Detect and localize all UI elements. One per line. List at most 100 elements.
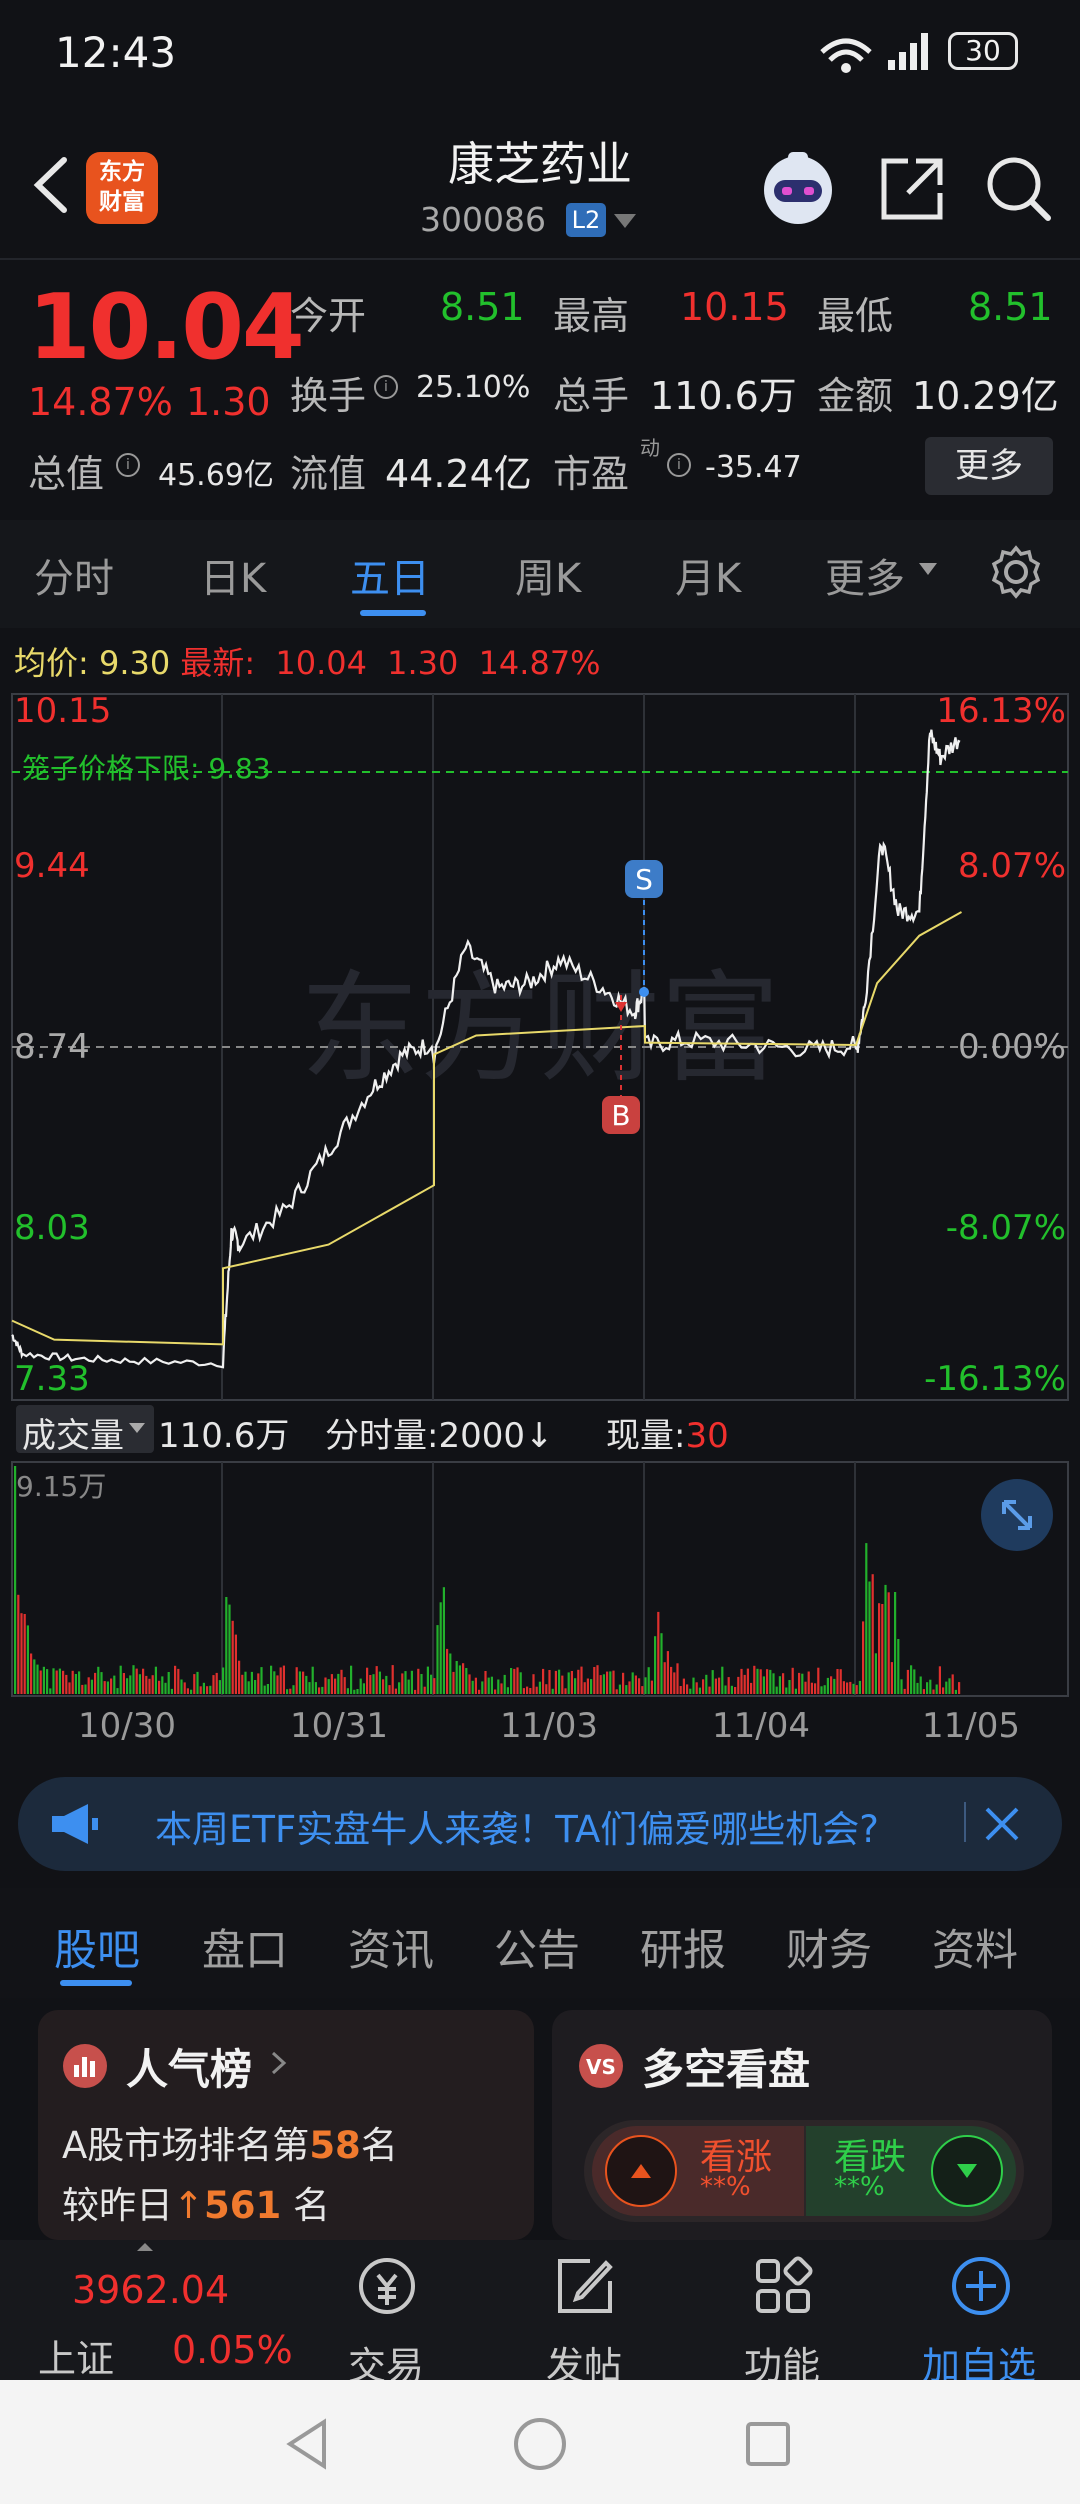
edit-post-icon[interactable] xyxy=(554,2255,616,2317)
add-circle-icon[interactable] xyxy=(950,2255,1012,2317)
volume-bar xyxy=(257,1673,260,1694)
volume-bar xyxy=(119,1665,122,1694)
index-pct[interactable]: 0.05% xyxy=(172,2328,293,2372)
trade-icon[interactable] xyxy=(356,2255,418,2317)
volume-bar xyxy=(679,1686,682,1694)
volume-chart[interactable]: 9.15万 xyxy=(0,1460,1080,1700)
volume-bar xyxy=(820,1686,823,1694)
expand-icon[interactable] xyxy=(980,1478,1054,1552)
pe-label: 市盈 xyxy=(553,452,630,496)
volume-bar xyxy=(881,1604,884,1694)
volume-bar xyxy=(778,1676,781,1694)
turnover-label: 换手 xyxy=(290,374,367,418)
volume-bar xyxy=(862,1621,865,1694)
open-label: 今开 xyxy=(290,294,367,338)
tab-guba[interactable]: 股吧 xyxy=(54,1916,140,1978)
tab-news[interactable]: 资讯 xyxy=(348,1916,434,1978)
volume-bar xyxy=(170,1688,173,1694)
volume-bar xyxy=(558,1669,561,1694)
grid-apps-icon[interactable] xyxy=(752,2255,814,2317)
volume-bar xyxy=(398,1682,401,1694)
volume-bar xyxy=(897,1639,900,1694)
back-arrow-icon[interactable] xyxy=(22,150,82,220)
info-icon[interactable]: i xyxy=(374,375,398,399)
volume-bar xyxy=(686,1684,689,1694)
close-icon[interactable] xyxy=(984,1806,1020,1842)
volume-bar xyxy=(846,1682,849,1694)
info-icon[interactable]: i xyxy=(667,453,691,477)
volume-bar xyxy=(244,1671,247,1694)
volume-total: 110.6万 xyxy=(158,1416,290,1456)
sell-marker-text: S xyxy=(635,863,653,896)
volume-bar xyxy=(78,1671,81,1694)
settings-gear-icon[interactable] xyxy=(988,544,1044,600)
volume-bar xyxy=(42,1666,45,1694)
tick-volume-label[interactable]: 分时量:2000↓ xyxy=(325,1408,553,1457)
index-name[interactable]: 上证 xyxy=(38,2328,114,2383)
volume-bar xyxy=(535,1686,538,1694)
volume-bar xyxy=(650,1680,653,1694)
l2-badge[interactable]: L2 xyxy=(566,203,606,237)
volume-bar xyxy=(388,1685,391,1694)
volume-bar xyxy=(414,1689,417,1694)
five-day-price-chart[interactable]: 东方财富 笼子价格下限: 9.83 B S 10.15 9.44 8.74 8.… xyxy=(0,690,1080,1410)
volume-bar xyxy=(737,1676,740,1694)
float-cap-label: 流值 xyxy=(290,452,367,496)
index-value[interactable]: 3962.04 xyxy=(72,2268,229,2312)
volume-bar xyxy=(506,1687,509,1694)
stock-code[interactable]: 300086 xyxy=(420,200,546,239)
tab-profile[interactable]: 资料 xyxy=(932,1916,1018,1978)
system-recents-icon[interactable] xyxy=(744,2420,792,2468)
tab-more[interactable]: 更多 xyxy=(825,546,905,604)
volume-bar xyxy=(142,1668,145,1694)
float-cap-value: 44.24亿 xyxy=(385,452,532,496)
search-icon[interactable] xyxy=(982,152,1054,224)
date-label: 11/04 xyxy=(712,1706,810,1746)
volume-bar xyxy=(404,1671,407,1694)
tab-pankou[interactable]: 盘口 xyxy=(202,1916,288,1978)
market-cap-value: 45.69亿 xyxy=(158,458,274,493)
volume-bar xyxy=(52,1668,55,1694)
banner-text[interactable]: 本周ETF实盘牛人来袭！TA们偏爱哪些机会? xyxy=(155,1799,879,1853)
volume-bar xyxy=(273,1671,276,1694)
tab-announcements[interactable]: 公告 xyxy=(494,1916,580,1978)
tab-research[interactable]: 研报 xyxy=(640,1916,726,1978)
share-icon[interactable] xyxy=(878,155,946,223)
dropdown-triangle-icon[interactable] xyxy=(612,212,638,230)
tab-five-day[interactable]: 五日 xyxy=(350,546,430,604)
logo-text-top: 东方 xyxy=(99,159,145,185)
volume-bar xyxy=(628,1681,631,1694)
volume-bar xyxy=(33,1659,36,1694)
y-right-tick: -16.13% xyxy=(924,1359,1066,1399)
wifi-icon xyxy=(820,38,872,73)
compare-value: 561 xyxy=(204,2184,282,2227)
compare-suffix: 名 xyxy=(293,2184,331,2227)
volume-bar xyxy=(462,1663,465,1694)
volume-bar xyxy=(167,1672,170,1694)
volume-bar xyxy=(487,1677,490,1694)
tab-finance[interactable]: 财务 xyxy=(786,1916,872,1978)
tab-monthly-k[interactable]: 月K xyxy=(675,546,741,604)
volume-bar xyxy=(311,1666,314,1694)
robot-assistant-icon[interactable] xyxy=(758,148,838,228)
tab-weekly-k[interactable]: 周K xyxy=(515,546,581,604)
volume-bar xyxy=(455,1661,458,1694)
volume-bar xyxy=(695,1682,698,1694)
tab-daily-k[interactable]: 日K xyxy=(200,546,266,604)
volume-bar xyxy=(458,1665,461,1694)
more-quote-button[interactable]: 更多 xyxy=(925,437,1053,495)
volume-bar xyxy=(186,1688,189,1694)
current-volume: 现量:30 xyxy=(606,1408,729,1457)
volume-bar xyxy=(468,1674,471,1694)
info-icon[interactable]: i xyxy=(116,453,140,477)
app-logo[interactable]: 东方 财富 xyxy=(86,152,158,224)
volume-bar xyxy=(337,1673,340,1694)
volume-bar xyxy=(868,1581,871,1694)
volume-bar xyxy=(753,1665,756,1694)
volume-bar xyxy=(270,1665,273,1694)
volume-bar xyxy=(30,1653,33,1694)
system-home-icon[interactable] xyxy=(512,2416,568,2472)
tab-intraday[interactable]: 分时 xyxy=(34,546,114,604)
system-back-icon[interactable] xyxy=(284,2418,332,2470)
volume-bar xyxy=(39,1670,42,1694)
